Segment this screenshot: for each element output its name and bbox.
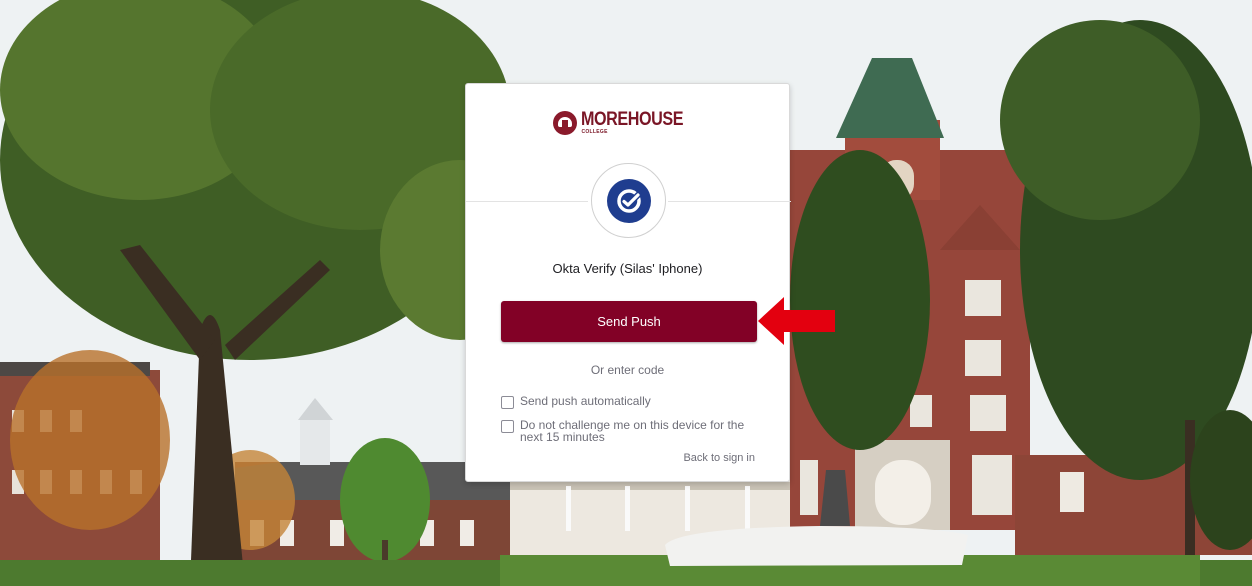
send-push-automatically-checkbox[interactable]	[501, 396, 514, 409]
red-arrow-icon	[758, 297, 835, 345]
okta-verify-check-icon	[606, 178, 651, 223]
enter-code-link[interactable]: Or enter code	[466, 363, 789, 377]
factor-icon-ring	[591, 163, 666, 238]
auth-card: MOREHOUSE COLLEGE Okta Verify (Silas' Ip…	[465, 83, 791, 482]
morehouse-seal-icon	[553, 110, 578, 135]
back-to-sign-in-link[interactable]: Back to sign in	[683, 452, 755, 464]
send-push-button[interactable]: Send Push	[501, 301, 757, 342]
send-push-automatically-label: Send push automatically	[520, 394, 651, 408]
morehouse-logo: MOREHOUSE COLLEGE	[466, 110, 789, 135]
logo-subtitle: COLLEGE	[581, 129, 608, 135]
do-not-challenge-checkbox[interactable]	[501, 420, 514, 433]
logo-name: MOREHOUSE	[581, 109, 684, 130]
do-not-challenge-option[interactable]: Do not challenge me on this device for t…	[501, 419, 745, 443]
do-not-challenge-label: Do not challenge me on this device for t…	[520, 418, 745, 444]
factor-title: Okta Verify (Silas' Iphone)	[552, 261, 703, 276]
header-divider-right	[668, 201, 791, 202]
send-push-automatically-option[interactable]: Send push automatically	[501, 395, 745, 409]
header-divider-left	[466, 201, 588, 202]
